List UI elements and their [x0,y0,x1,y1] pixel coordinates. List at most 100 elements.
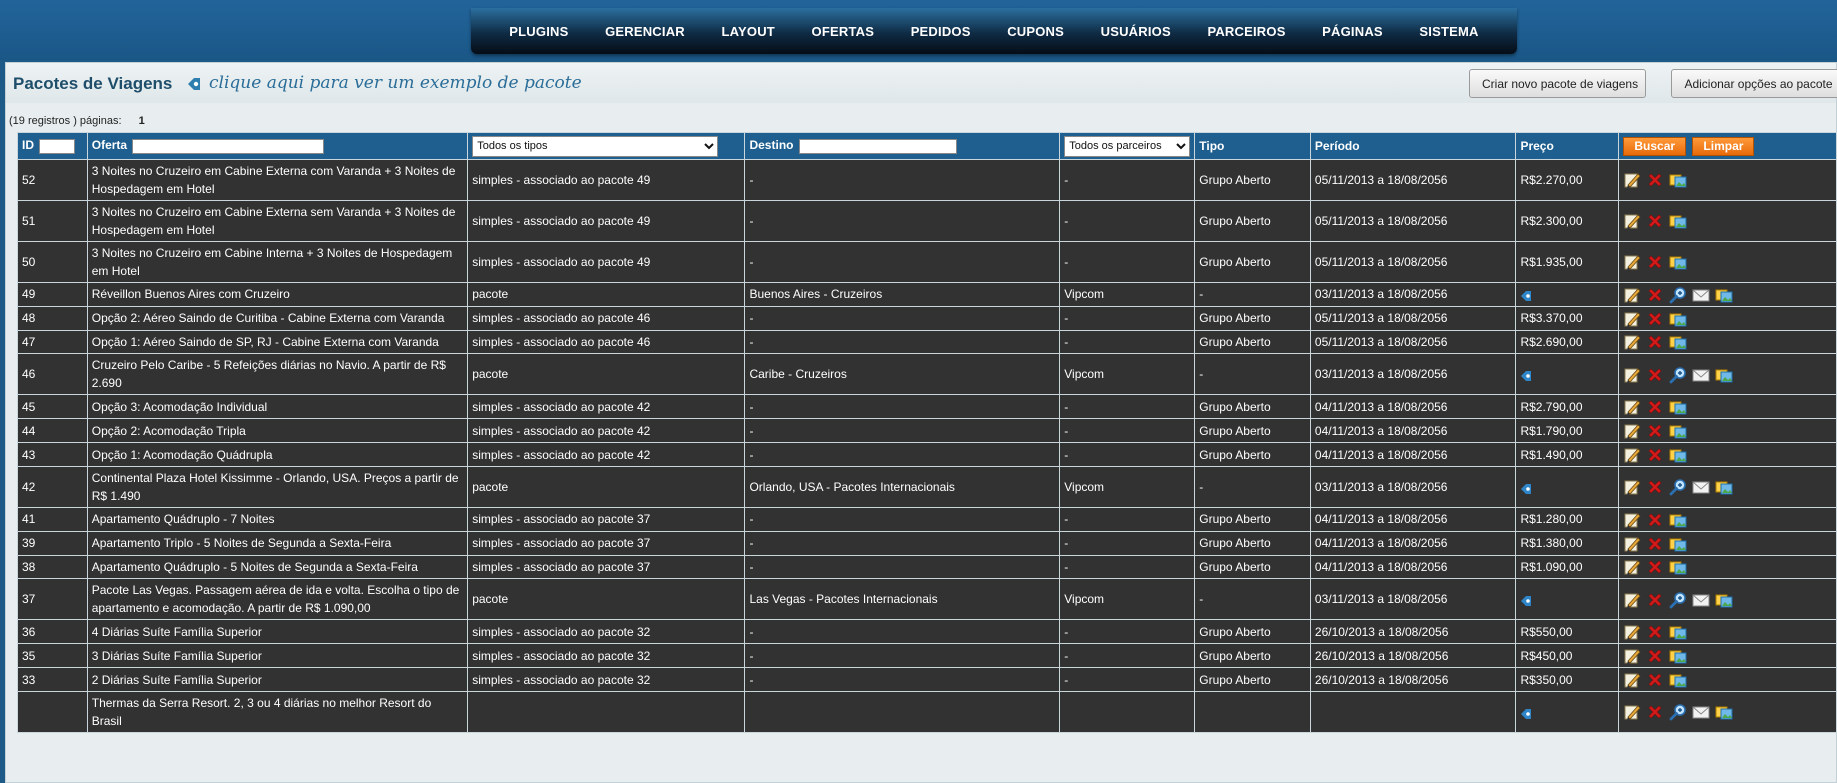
red-x-delete-icon[interactable] [1646,333,1664,351]
photo-frames-icon[interactable] [1715,703,1733,721]
red-x-delete-icon[interactable] [1646,286,1664,304]
clear-button[interactable]: Limpar [1692,136,1755,156]
info-gem-icon[interactable] [1520,707,1532,719]
pencil-edit-icon[interactable] [1623,422,1641,440]
oferta-filter-input[interactable] [132,138,325,154]
pencil-edit-icon[interactable] [1623,703,1641,721]
magnifier-icon[interactable] [1669,286,1687,304]
envelope-icon[interactable] [1692,286,1710,304]
red-x-delete-icon[interactable] [1646,398,1664,416]
red-x-delete-icon[interactable] [1646,422,1664,440]
photo-frames-icon[interactable] [1669,446,1687,464]
pencil-edit-icon[interactable] [1623,511,1641,529]
envelope-icon[interactable] [1692,703,1710,721]
pencil-edit-icon[interactable] [1623,212,1641,230]
envelope-icon[interactable] [1692,366,1710,384]
pencil-edit-icon[interactable] [1623,286,1641,304]
pencil-edit-icon[interactable] [1623,591,1641,609]
nav-parceiros[interactable]: PARCEIROS [1201,24,1291,39]
info-gem-icon[interactable] [1520,594,1532,607]
pencil-edit-icon[interactable] [1623,310,1641,328]
type-filter-select[interactable]: Todos os tipos [472,135,719,157]
photo-frames-icon[interactable] [1669,398,1687,416]
pencil-edit-icon[interactable] [1623,671,1641,689]
envelope-icon[interactable] [1692,591,1710,609]
partner-filter-select[interactable]: Todos os parceiros [1064,135,1191,157]
id-filter-input[interactable] [39,138,76,154]
pencil-edit-icon[interactable] [1623,333,1641,351]
col-preco: Preço [1515,132,1620,160]
photo-frames-icon[interactable] [1715,286,1733,304]
cell-periodo: 05/11/2013 a 18/08/2056 [1309,329,1517,355]
pencil-edit-icon[interactable] [1623,535,1641,553]
nav-usuarios[interactable]: USUÁRIOS [1095,24,1177,39]
new-package-button[interactable]: Criar novo pacote de viagens [1469,69,1646,98]
red-x-delete-icon[interactable] [1646,647,1664,665]
destino-filter-input[interactable] [798,138,957,154]
pencil-edit-icon[interactable] [1623,558,1641,576]
red-x-delete-icon[interactable] [1646,511,1664,529]
nav-paginas[interactable]: PÁGINAS [1316,24,1389,39]
pencil-edit-icon[interactable] [1623,647,1641,665]
red-x-delete-icon[interactable] [1646,446,1664,464]
info-gem-icon[interactable] [1520,369,1532,382]
photo-frames-icon[interactable] [1669,623,1687,641]
info-gem-icon[interactable] [1520,482,1532,494]
search-button[interactable]: Buscar [1623,136,1687,156]
red-x-delete-icon[interactable] [1646,558,1664,576]
info-gem-icon[interactable] [1520,289,1532,302]
nav-plugins[interactable]: PLUGINS [503,24,574,39]
nav-layout[interactable]: LAYOUT [715,24,780,39]
photo-frames-icon[interactable] [1715,478,1733,496]
photo-frames-icon[interactable] [1715,366,1733,384]
photo-frames-icon[interactable] [1715,591,1733,609]
red-x-delete-icon[interactable] [1646,310,1664,328]
photo-frames-icon[interactable] [1669,310,1687,328]
magnifier-icon[interactable] [1669,591,1687,609]
pencil-edit-icon[interactable] [1623,478,1641,496]
cell-id: 51 [17,200,88,242]
photo-frames-icon[interactable] [1669,171,1687,189]
cell-oferta: Opção 2: Acomodação Tripla [86,418,469,444]
red-x-delete-icon[interactable] [1646,591,1664,609]
page-number[interactable]: 1 [139,115,145,127]
photo-frames-icon[interactable] [1669,671,1687,689]
cell-destino: - [744,159,1061,201]
pencil-edit-icon[interactable] [1623,446,1641,464]
pencil-edit-icon[interactable] [1623,398,1641,416]
photo-frames-icon[interactable] [1669,535,1687,553]
red-x-delete-icon[interactable] [1646,671,1664,689]
cell-destino: - [744,667,1061,692]
magnifier-icon[interactable] [1669,366,1687,384]
pencil-edit-icon[interactable] [1623,366,1641,384]
pencil-edit-icon[interactable] [1623,623,1641,641]
red-x-delete-icon[interactable] [1646,478,1664,496]
red-x-delete-icon[interactable] [1646,171,1664,189]
red-x-delete-icon[interactable] [1646,623,1664,641]
nav-cupons[interactable]: CUPONS [1001,24,1070,39]
example-package-link[interactable]: clique aqui para ver um exemplo de pacot… [209,73,582,93]
photo-frames-icon[interactable] [1669,212,1687,230]
nav-pedidos[interactable]: PEDIDOS [905,24,977,39]
red-x-delete-icon[interactable] [1646,253,1664,271]
magnifier-icon[interactable] [1669,478,1687,496]
magnifier-icon[interactable] [1669,703,1687,721]
photo-frames-icon[interactable] [1669,511,1687,529]
photo-frames-icon[interactable] [1669,253,1687,271]
red-x-delete-icon[interactable] [1646,535,1664,553]
nav-ofertas[interactable]: OFERTAS [806,24,881,39]
help-arrow-icon[interactable] [187,77,201,91]
photo-frames-icon[interactable] [1669,422,1687,440]
red-x-delete-icon[interactable] [1646,366,1664,384]
nav-gerenciar[interactable]: GERENCIAR [599,24,691,39]
photo-frames-icon[interactable] [1669,333,1687,351]
nav-sistema[interactable]: SISTEMA [1413,24,1484,39]
photo-frames-icon[interactable] [1669,647,1687,665]
pencil-edit-icon[interactable] [1623,171,1641,189]
pencil-edit-icon[interactable] [1623,253,1641,271]
envelope-icon[interactable] [1692,478,1710,496]
red-x-delete-icon[interactable] [1646,703,1664,721]
add-options-button[interactable]: Adicionar opções ao pacote [1671,69,1837,98]
red-x-delete-icon[interactable] [1646,212,1664,230]
photo-frames-icon[interactable] [1669,558,1687,576]
